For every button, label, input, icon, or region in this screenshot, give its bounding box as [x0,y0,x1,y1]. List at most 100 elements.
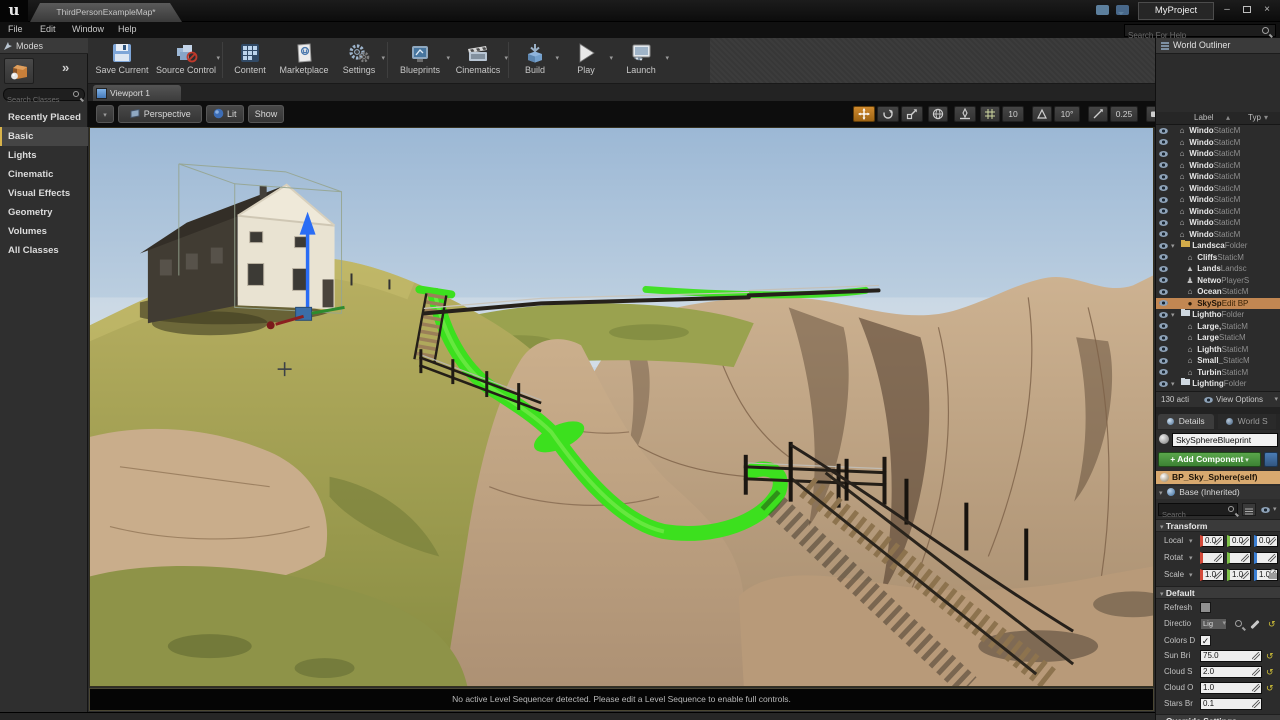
column-type[interactable]: Typ [1248,112,1261,124]
spinner-icon[interactable] [1268,537,1276,545]
outliner-row-label[interactable]: Large [1195,333,1219,342]
outliner-row-label[interactable]: Windo [1187,230,1214,239]
rotate-tool-button[interactable] [877,106,899,122]
outliner-row[interactable]: ♟ NetwoPlayerS [1156,275,1280,287]
outliner-row[interactable]: ⌂ Small_StaticM [1156,355,1280,367]
level-tab[interactable]: ThirdPersonExampleMap* [30,3,182,22]
modes-panel-header[interactable]: Modes [0,38,88,54]
scale-y-field[interactable]: 1.0 [1227,569,1251,581]
browse-icon[interactable] [1235,620,1242,627]
move-tool-button[interactable] [853,106,875,122]
spinner-icon[interactable] [1241,571,1249,579]
outliner-row-label[interactable]: Netwo [1195,276,1221,285]
modes-item-all-classes[interactable]: All Classes [0,241,88,260]
outliner-row-label[interactable]: Windo [1187,161,1214,170]
refresh-checkbox[interactable] [1200,602,1211,613]
lit-mode-button[interactable]: Lit [206,105,244,123]
menu-window[interactable]: Window [72,24,104,34]
outliner-row[interactable]: ⌂ WindoStaticM [1156,217,1280,229]
title-bar[interactable]: u ThirdPersonExampleMap* MyProject – × [0,0,1280,22]
launch-button[interactable]: ▾ Launch [615,40,667,81]
cloud-opacity-field[interactable]: 1.0 [1200,682,1262,694]
restore-button[interactable] [1238,3,1256,17]
minimize-button[interactable]: – [1218,3,1236,17]
display-filter-eye-icon[interactable] [1261,507,1270,513]
scale-caret-icon[interactable]: ▾ [1189,571,1193,579]
scale-snap-toggle[interactable] [1088,106,1108,122]
show-menu-button[interactable]: Show [248,105,284,123]
view-options-button[interactable]: View Options [1216,392,1263,407]
rotation-caret-icon[interactable]: ▾ [1189,554,1193,562]
colors-checkbox[interactable]: ✓ [1200,635,1211,646]
visibility-eye-icon[interactable] [1159,231,1168,237]
location-z-field[interactable]: 0.0 [1254,535,1278,547]
spinner-icon[interactable] [1268,554,1276,562]
spinner-icon[interactable] [1241,537,1249,545]
outliner-row[interactable]: ⌂ WindoStaticM [1156,229,1280,241]
dropdown-caret-icon[interactable]: ▾ [555,54,559,62]
visibility-eye-icon[interactable] [1159,346,1168,352]
dropdown-caret-icon[interactable]: ▾ [609,54,613,62]
outliner-row-label[interactable]: Windo [1187,126,1214,135]
close-button[interactable]: × [1258,3,1276,17]
outliner-row-label[interactable]: Windo [1187,207,1214,216]
use-selected-icon[interactable] [1250,620,1259,629]
details-search-box[interactable] [1158,503,1238,516]
rotation-x-field[interactable] [1200,552,1224,564]
visibility-eye-icon[interactable] [1159,300,1168,306]
override-section-header[interactable]: ▾ Override Settings [1156,714,1280,720]
outliner-row-label[interactable]: Turbin [1195,368,1222,377]
reset-arrow-icon[interactable]: ↺ [1268,619,1276,629]
outliner-row-label[interactable]: Cliffs [1195,253,1217,262]
grid-snap-value[interactable]: 10 [1002,106,1024,122]
save-current-button[interactable]: Save Current [94,40,150,81]
location-y-field[interactable]: 0.0 [1227,535,1251,547]
expander-icon[interactable]: ▾ [1171,379,1181,390]
class-search-box[interactable] [3,88,85,101]
outliner-row-label[interactable]: Lands [1195,264,1221,273]
default-section-header[interactable]: ▾ Default [1156,586,1280,599]
property-matrix-button[interactable] [1242,503,1256,516]
visibility-eye-icon[interactable] [1159,139,1168,145]
outliner-row[interactable]: ⌂ WindoStaticM [1156,183,1280,195]
outliner-row-label[interactable]: Lightho [1190,310,1222,319]
cinematics-button[interactable]: ▾ Cinematics [450,40,506,81]
edit-blueprint-button[interactable] [1264,452,1278,467]
outliner-row-label[interactable]: Lighth [1195,345,1222,354]
rotation-z-field[interactable] [1254,552,1278,564]
expander-icon[interactable]: ▾ [1171,310,1181,321]
outliner-row[interactable]: ⌂ TurbinStaticM [1156,367,1280,379]
outliner-row[interactable]: ⌂ CliffsStaticM [1156,252,1280,264]
display-filter-caret-icon[interactable]: ▾ [1273,505,1277,513]
outliner-row[interactable]: ⌂ Large,StaticM [1156,321,1280,333]
modes-item-recently-placed[interactable]: Recently Placed [0,108,88,127]
viewport-3d-scene[interactable] [89,127,1154,687]
expander-icon[interactable]: ▾ [1159,490,1163,497]
spinner-icon[interactable] [1252,652,1260,660]
send-feedback-icon[interactable] [1116,5,1129,15]
reset-arrow-icon[interactable]: ↺ [1266,667,1274,677]
outliner-row[interactable]: ⌂ WindoStaticM [1156,194,1280,206]
visibility-eye-icon[interactable] [1159,312,1168,318]
outliner-row-label[interactable]: Small_ [1195,356,1223,365]
rotation-y-field[interactable] [1227,552,1251,564]
surface-snap-button[interactable] [954,106,976,122]
outliner-row[interactable]: ▾ LandscaFolder [1156,240,1280,252]
spinner-icon[interactable] [1214,554,1222,562]
outliner-row-label[interactable]: Windo [1187,218,1214,227]
outliner-row-label[interactable]: SkySp [1195,299,1222,308]
outliner-row-label[interactable]: Windo [1187,172,1214,181]
menu-edit[interactable]: Edit [40,24,56,34]
outliner-row[interactable]: ⌂ WindoStaticM [1156,171,1280,183]
dropdown-caret-icon[interactable]: ▾ [381,54,385,62]
dropdown-caret-icon[interactable]: ▾ [216,54,220,62]
spinner-icon[interactable] [1241,554,1249,562]
stars-brightness-field[interactable]: 0.1 [1200,698,1262,710]
angle-snap-toggle[interactable] [1032,106,1052,122]
panel-splitter[interactable] [1156,407,1280,414]
outliner-row[interactable]: ▲ LandsLandsc [1156,263,1280,275]
outliner-row[interactable]: ⌂ WindoStaticM [1156,160,1280,172]
sun-brightness-field[interactable]: 75.0 [1200,650,1262,662]
directional-light-dropdown[interactable]: Lig▾ [1200,618,1227,630]
outliner-row-label[interactable]: Ocean [1195,287,1222,296]
